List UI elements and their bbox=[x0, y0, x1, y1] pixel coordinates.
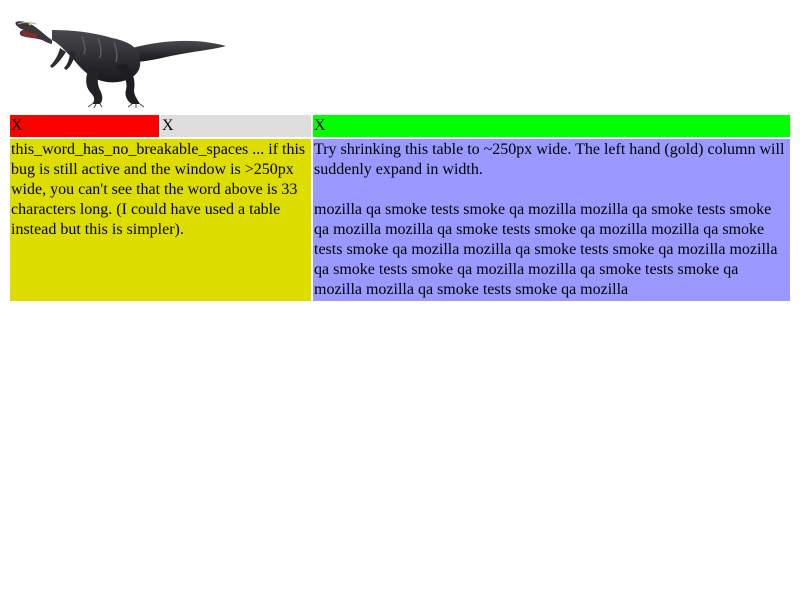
red-cell-text: X bbox=[11, 117, 23, 134]
gold-cell-text: this_word_has_no_breakable_spaces ... if… bbox=[11, 141, 306, 238]
blue-cell: Try shrinking this table to ~250px wide.… bbox=[313, 139, 790, 301]
gray-cell: X bbox=[161, 115, 311, 137]
green-cell: X bbox=[313, 115, 790, 137]
gold-cell: this_word_has_no_breakable_spaces ... if… bbox=[10, 139, 311, 301]
paragraph-break bbox=[314, 180, 789, 200]
blue-cell-intro: Try shrinking this table to ~250px wide.… bbox=[314, 141, 785, 178]
table-row: X X X bbox=[10, 115, 790, 137]
table-row: this_word_has_no_breakable_spaces ... if… bbox=[10, 139, 790, 301]
blue-cell-filler: mozilla qa smoke tests smoke qa mozilla … bbox=[314, 201, 778, 298]
dinosaur-image bbox=[12, 8, 230, 108]
gray-cell-text: X bbox=[162, 117, 174, 134]
green-cell-text: X bbox=[314, 117, 326, 134]
layout-table: X X X this_word_has_no_breakable_spaces … bbox=[8, 113, 792, 303]
red-cell: X bbox=[10, 115, 159, 137]
